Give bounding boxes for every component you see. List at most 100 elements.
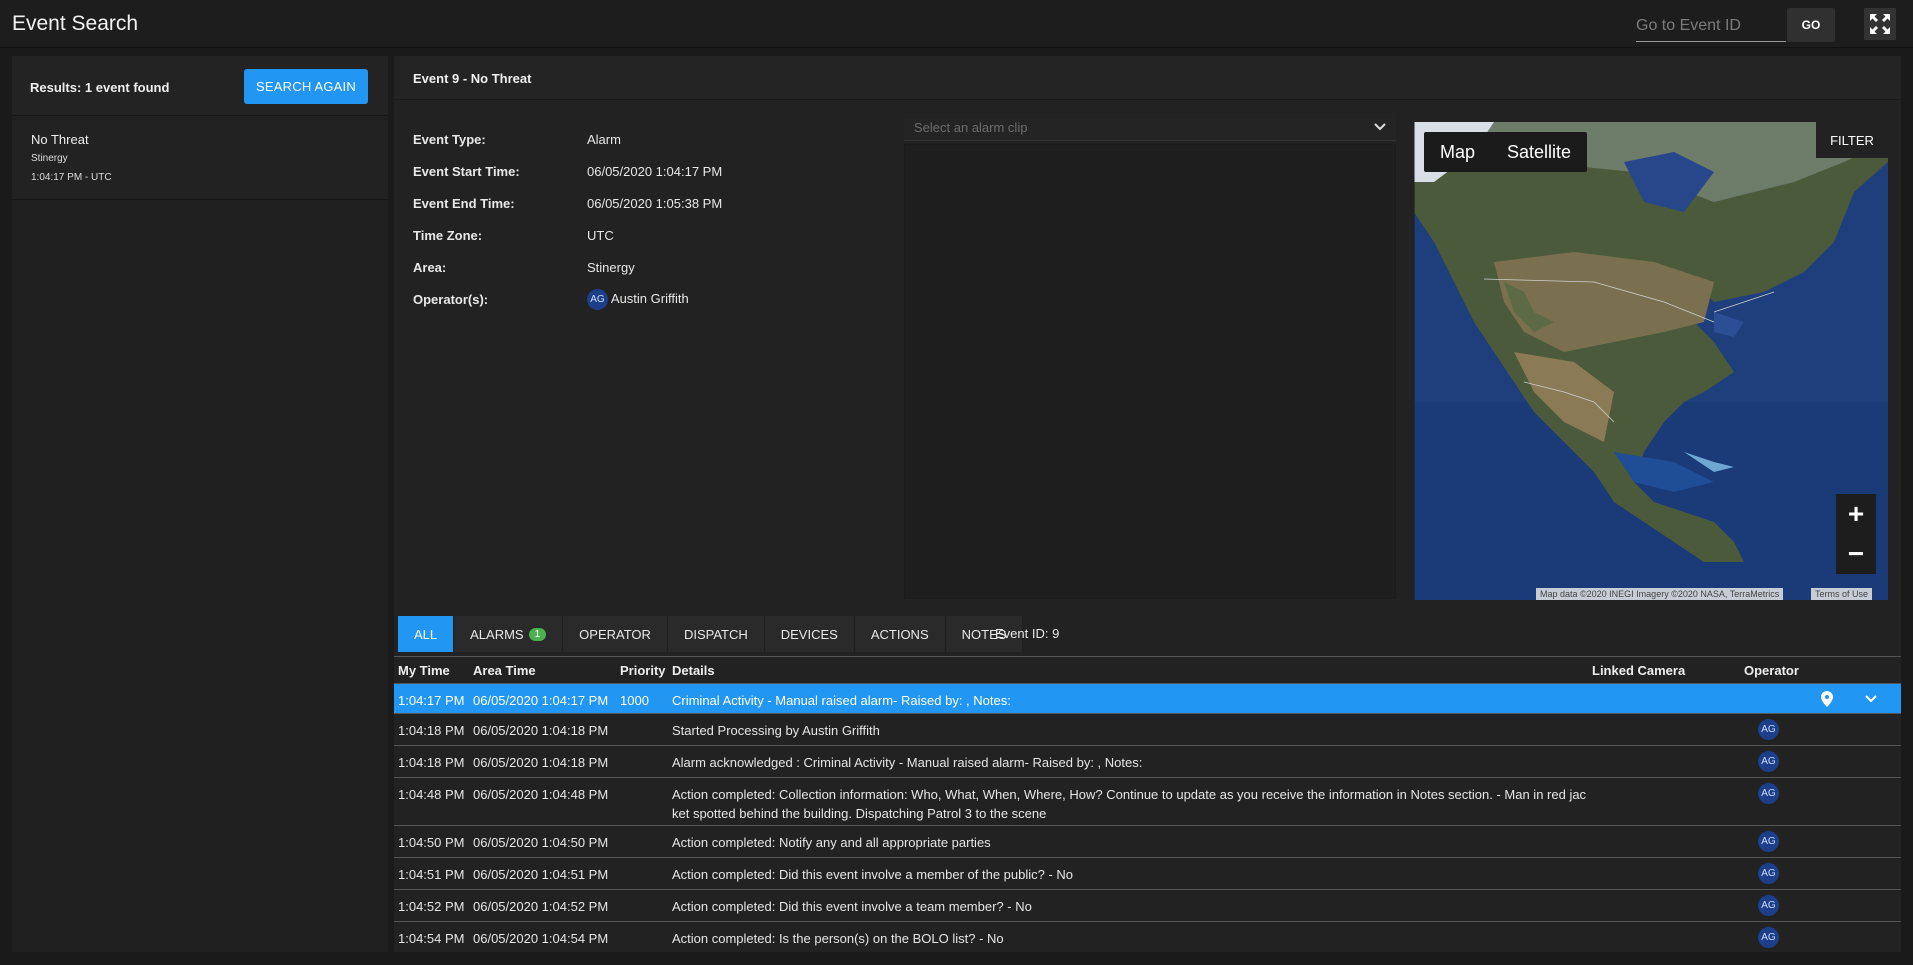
alarm-clip-viewer	[904, 144, 1396, 599]
info-label: Event Start Time:	[413, 164, 520, 179]
cell-area-time: 06/05/2020 1:04:51 PM	[473, 867, 609, 882]
table-row[interactable]: 1:04:17 PM 06/05/2020 1:04:17 PM 1000 Cr…	[394, 684, 1901, 714]
zoom-out-button[interactable]: −	[1836, 534, 1876, 574]
tab-operator[interactable]: OPERATOR	[563, 616, 668, 652]
satellite-map-image	[1414, 122, 1888, 600]
info-row-end-time: Event End Time: 06/05/2020 1:05:38 PM	[413, 196, 813, 216]
operator-name: Austin Griffith	[610, 290, 689, 306]
alarms-count-badge: 1	[528, 627, 547, 641]
tab-actions[interactable]: ACTIONS	[854, 616, 946, 652]
table-header: My Time Area Time Priority Details Linke…	[394, 656, 1901, 684]
operator-avatar: AG	[1758, 783, 1779, 804]
info-value: Stinergy	[587, 260, 635, 275]
info-label: Event Type:	[413, 132, 486, 147]
map-type-toggle: Map Satellite	[1424, 132, 1588, 172]
map-tab-satellite[interactable]: Satellite	[1491, 132, 1587, 172]
tab-alarms-label: ALARMS	[470, 626, 524, 642]
table-row[interactable]: 1:04:54 PM 06/05/2020 1:04:54 PM Action …	[394, 922, 1901, 954]
goto-event-id-input[interactable]	[1636, 10, 1786, 42]
info-row-event-type: Event Type: Alarm	[413, 132, 813, 152]
tab-dispatch[interactable]: DISPATCH	[667, 616, 765, 652]
info-label: Area:	[413, 260, 447, 275]
app-title: Event Search	[12, 12, 139, 35]
operator-chip: AG Austin Griffith	[587, 289, 689, 310]
location-pin-icon[interactable]	[1821, 691, 1833, 707]
tab-devices[interactable]: DEVICES	[764, 616, 855, 652]
cell-my-time: 1:04:51 PM	[398, 867, 465, 882]
cell-area-time: 06/05/2020 1:04:18 PM	[473, 755, 609, 770]
col-operator[interactable]: Operator	[1744, 663, 1799, 678]
table-row[interactable]: 1:04:51 PM 06/05/2020 1:04:51 PM Action …	[394, 858, 1901, 890]
fullscreen-icon	[1870, 14, 1890, 34]
expand-chevron-icon[interactable]	[1864, 692, 1878, 706]
cell-my-time: 1:04:18 PM	[398, 723, 465, 738]
tab-all[interactable]: ALL	[398, 616, 455, 652]
map-view[interactable]: Map Satellite FILTER + − Map data ©2020 …	[1414, 122, 1888, 600]
info-label: Event End Time:	[413, 196, 515, 211]
col-priority[interactable]: Priority	[620, 663, 666, 678]
cell-area-time: 06/05/2020 1:04:48 PM	[473, 787, 609, 802]
go-button[interactable]: GO	[1787, 8, 1835, 42]
map-terms-link[interactable]: Terms of Use	[1811, 588, 1873, 600]
operator-avatar: AG	[1758, 927, 1779, 948]
col-area-time[interactable]: Area Time	[473, 663, 536, 678]
avatar: AG	[587, 289, 608, 310]
map-filter-button[interactable]: FILTER	[1816, 122, 1888, 158]
cell-priority: 1000	[620, 693, 649, 708]
cell-my-time: 1:04:18 PM	[398, 755, 465, 770]
info-row-operators: Operator(s): AG Austin Griffith	[413, 289, 813, 316]
chevron-down-icon	[1374, 123, 1386, 131]
cell-area-time: 06/05/2020 1:04:54 PM	[473, 931, 609, 946]
cell-details: Started Processing by Austin Griffith	[672, 723, 880, 738]
col-my-time[interactable]: My Time	[398, 663, 450, 678]
cell-details: Action completed: Did this event involve…	[672, 867, 1074, 882]
map-tab-map[interactable]: Map	[1424, 132, 1491, 172]
info-row-time-zone: Time Zone: UTC	[413, 228, 813, 248]
cell-my-time: 1:04:52 PM	[398, 899, 465, 914]
cell-my-time: 1:04:50 PM	[398, 835, 465, 850]
cell-area-time: 06/05/2020 1:04:50 PM	[473, 835, 609, 850]
result-item[interactable]: No Threat Stinergy 1:04:17 PM - UTC	[12, 120, 388, 200]
alarm-clip-select[interactable]: Select an alarm clip	[904, 113, 1396, 141]
operator-avatar: AG	[1758, 863, 1779, 884]
info-value: 06/05/2020 1:04:17 PM	[587, 164, 723, 179]
info-row-area: Area: Stinergy	[413, 260, 813, 280]
zoom-controls: + −	[1836, 494, 1876, 574]
result-title: No Threat	[31, 132, 89, 147]
result-time: 1:04:17 PM - UTC	[31, 172, 112, 183]
search-again-button[interactable]: SEARCH AGAIN	[244, 69, 368, 104]
col-linked-camera[interactable]: Linked Camera	[1592, 663, 1685, 678]
cell-details: Action completed: Collection information…	[672, 787, 1587, 821]
tab-alarms[interactable]: ALARMS 1	[454, 616, 564, 652]
cell-my-time: 1:04:48 PM	[398, 787, 465, 802]
cell-details: Criminal Activity - Manual raised alarm-…	[672, 693, 1011, 708]
cell-area-time: 06/05/2020 1:04:18 PM	[473, 723, 609, 738]
results-summary: Results: 1 event found	[30, 80, 170, 95]
table-row[interactable]: 1:04:48 PM 06/05/2020 1:04:48 PM Action …	[394, 778, 1901, 826]
operator-avatar: AG	[1758, 831, 1779, 852]
operator-avatar: AG	[1758, 751, 1779, 772]
table-row[interactable]: 1:04:50 PM 06/05/2020 1:04:50 PM Action …	[394, 826, 1901, 858]
info-label: Operator(s):	[413, 292, 489, 307]
fullscreen-button[interactable]	[1864, 8, 1896, 40]
table-row[interactable]: 1:04:18 PM 06/05/2020 1:04:18 PM Alarm a…	[394, 746, 1901, 778]
cell-area-time: 06/05/2020 1:04:52 PM	[473, 899, 609, 914]
cell-details: Alarm acknowledged : Criminal Activity -…	[672, 755, 1143, 770]
timeline-table: My Time Area Time Priority Details Linke…	[394, 656, 1901, 954]
cell-details: Action completed: Is the person(s) on th…	[672, 931, 1004, 946]
table-row[interactable]: 1:04:52 PM 06/05/2020 1:04:52 PM Action …	[394, 890, 1901, 922]
cell-my-time: 1:04:54 PM	[398, 931, 465, 946]
clip-placeholder: Select an alarm clip	[914, 120, 1028, 135]
result-area: Stinergy	[31, 153, 68, 164]
table-row[interactable]: 1:04:18 PM 06/05/2020 1:04:18 PM Started…	[394, 714, 1901, 746]
col-details[interactable]: Details	[672, 663, 715, 678]
info-value: Alarm	[587, 132, 621, 147]
event-id-label: Event ID: 9	[995, 626, 1060, 641]
info-label: Time Zone:	[413, 228, 483, 243]
zoom-in-button[interactable]: +	[1836, 494, 1876, 534]
event-header: Event 9 - No Threat	[394, 56, 1901, 100]
info-value: 06/05/2020 1:05:38 PM	[587, 196, 723, 211]
cell-area-time: 06/05/2020 1:04:17 PM	[473, 693, 609, 708]
event-title: Event 9 - No Threat	[413, 71, 532, 86]
event-detail-panel: Event 9 - No Threat Event Type: Alarm Ev…	[394, 56, 1901, 952]
